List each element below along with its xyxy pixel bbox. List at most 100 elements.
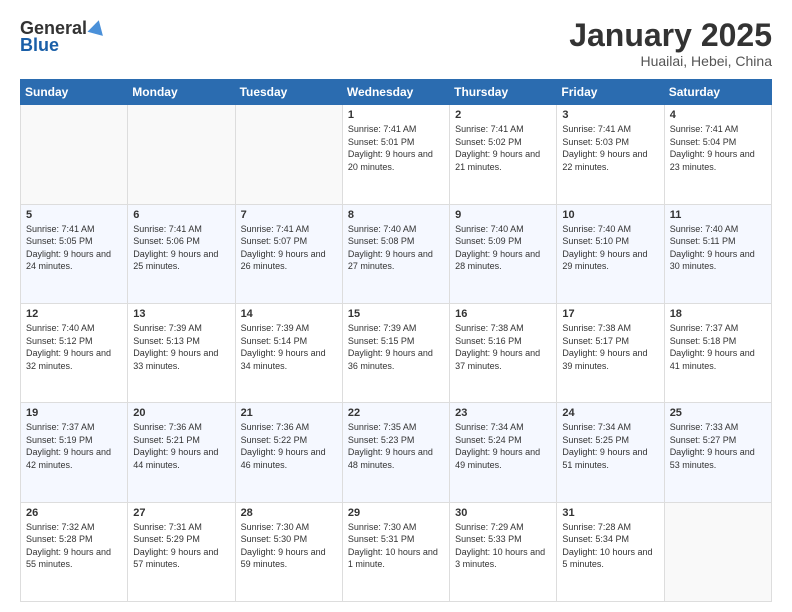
week-row-5: 26 Sunrise: 7:32 AM Sunset: 5:28 PM Dayli… — [21, 502, 772, 601]
logo-blue-text: Blue — [20, 35, 59, 55]
day-info: Sunrise: 7:31 AM Sunset: 5:29 PM Dayligh… — [133, 521, 229, 571]
day-info: Sunrise: 7:30 AM Sunset: 5:31 PM Dayligh… — [348, 521, 444, 571]
day-number: 4 — [670, 109, 766, 121]
page: General Blue January 2025 Huailai, Hebei… — [0, 0, 792, 612]
day-info: Sunrise: 7:40 AM Sunset: 5:11 PM Dayligh… — [670, 223, 766, 273]
calendar-cell: 19 Sunrise: 7:37 AM Sunset: 5:19 PM Dayli… — [21, 403, 128, 502]
calendar-cell: 27 Sunrise: 7:31 AM Sunset: 5:29 PM Dayli… — [128, 502, 235, 601]
calendar-cell: 9Sunrise: 7:40 AM Sunset: 5:09 PM Daylig… — [450, 204, 557, 303]
day-info: Sunrise: 7:40 AM Sunset: 5:08 PM Dayligh… — [348, 223, 444, 273]
day-info: Sunrise: 7:29 AM Sunset: 5:33 PM Dayligh… — [455, 521, 551, 571]
calendar-cell: 4 Sunrise: 7:41 AM Sunset: 5:04 PM Daylig… — [664, 105, 771, 204]
weekday-header-tuesday: Tuesday — [235, 80, 342, 105]
day-number: 2 — [455, 109, 551, 121]
day-info: Sunrise: 7:39 AM Sunset: 5:14 PM Dayligh… — [241, 322, 337, 372]
day-number: 15 — [348, 308, 444, 320]
day-number: 21 — [241, 407, 337, 419]
calendar-cell: 7 Sunrise: 7:41 AM Sunset: 5:07 PM Daylig… — [235, 204, 342, 303]
weekday-header-saturday: Saturday — [664, 80, 771, 105]
calendar-cell: 3 Sunrise: 7:41 AM Sunset: 5:03 PM Daylig… — [557, 105, 664, 204]
weekday-header-row: SundayMondayTuesdayWednesdayThursdayFrid… — [21, 80, 772, 105]
day-number: 1 — [348, 109, 444, 121]
day-number: 12 — [26, 308, 122, 320]
calendar-cell: 13Sunrise: 7:39 AM Sunset: 5:13 PM Dayli… — [128, 303, 235, 402]
day-number: 26 — [26, 507, 122, 519]
day-number: 16 — [455, 308, 551, 320]
day-info: Sunrise: 7:36 AM Sunset: 5:22 PM Dayligh… — [241, 421, 337, 471]
day-info: Sunrise: 7:38 AM Sunset: 5:17 PM Dayligh… — [562, 322, 658, 372]
day-info: Sunrise: 7:41 AM Sunset: 5:01 PM Dayligh… — [348, 123, 444, 173]
day-info: Sunrise: 7:40 AM Sunset: 5:12 PM Dayligh… — [26, 322, 122, 372]
weekday-header-friday: Friday — [557, 80, 664, 105]
day-info: Sunrise: 7:41 AM Sunset: 5:07 PM Dayligh… — [241, 223, 337, 273]
day-info: Sunrise: 7:32 AM Sunset: 5:28 PM Dayligh… — [26, 521, 122, 571]
day-info: Sunrise: 7:39 AM Sunset: 5:15 PM Dayligh… — [348, 322, 444, 372]
calendar-cell: 28Sunrise: 7:30 AM Sunset: 5:30 PM Dayli… — [235, 502, 342, 601]
calendar-cell: 18Sunrise: 7:37 AM Sunset: 5:18 PM Dayli… — [664, 303, 771, 402]
calendar-cell: 20 Sunrise: 7:36 AM Sunset: 5:21 PM Dayli… — [128, 403, 235, 502]
day-info: Sunrise: 7:41 AM Sunset: 5:06 PM Dayligh… — [133, 223, 229, 273]
calendar-cell: 25 Sunrise: 7:33 AM Sunset: 5:27 PM Dayli… — [664, 403, 771, 502]
calendar-cell: 30 Sunrise: 7:29 AM Sunset: 5:33 PM Dayli… — [450, 502, 557, 601]
day-number: 23 — [455, 407, 551, 419]
day-number: 5 — [26, 209, 122, 221]
calendar-cell: 17Sunrise: 7:38 AM Sunset: 5:17 PM Dayli… — [557, 303, 664, 402]
day-number: 29 — [348, 507, 444, 519]
calendar-cell: 10 Sunrise: 7:40 AM Sunset: 5:10 PM Dayli… — [557, 204, 664, 303]
calendar-cell: 23 Sunrise: 7:34 AM Sunset: 5:24 PM Dayli… — [450, 403, 557, 502]
day-info: Sunrise: 7:40 AM Sunset: 5:10 PM Dayligh… — [562, 223, 658, 273]
calendar-cell: 6 Sunrise: 7:41 AM Sunset: 5:06 PM Daylig… — [128, 204, 235, 303]
day-info: Sunrise: 7:37 AM Sunset: 5:19 PM Dayligh… — [26, 421, 122, 471]
calendar-cell: 21 Sunrise: 7:36 AM Sunset: 5:22 PM Dayli… — [235, 403, 342, 502]
header: General Blue January 2025 Huailai, Hebei… — [20, 18, 772, 69]
calendar-table: SundayMondayTuesdayWednesdayThursdayFrid… — [20, 79, 772, 602]
location: Huailai, Hebei, China — [569, 53, 772, 69]
day-info: Sunrise: 7:35 AM Sunset: 5:23 PM Dayligh… — [348, 421, 444, 471]
logo: General Blue — [20, 18, 105, 56]
calendar-cell: 29 Sunrise: 7:30 AM Sunset: 5:31 PM Dayli… — [342, 502, 449, 601]
day-info: Sunrise: 7:41 AM Sunset: 5:04 PM Dayligh… — [670, 123, 766, 173]
logo-triangle-icon — [88, 18, 107, 36]
day-number: 27 — [133, 507, 229, 519]
day-info: Sunrise: 7:41 AM Sunset: 5:03 PM Dayligh… — [562, 123, 658, 173]
calendar-cell — [664, 502, 771, 601]
calendar-cell: 26 Sunrise: 7:32 AM Sunset: 5:28 PM Dayli… — [21, 502, 128, 601]
weekday-header-thursday: Thursday — [450, 80, 557, 105]
day-number: 20 — [133, 407, 229, 419]
day-number: 9 — [455, 209, 551, 221]
week-row-2: 5 Sunrise: 7:41 AM Sunset: 5:05 PM Daylig… — [21, 204, 772, 303]
day-number: 25 — [670, 407, 766, 419]
day-number: 28 — [241, 507, 337, 519]
day-number: 8 — [348, 209, 444, 221]
day-info: Sunrise: 7:34 AM Sunset: 5:24 PM Dayligh… — [455, 421, 551, 471]
calendar-cell: 24 Sunrise: 7:34 AM Sunset: 5:25 PM Dayli… — [557, 403, 664, 502]
weekday-header-sunday: Sunday — [21, 80, 128, 105]
week-row-3: 12 Sunrise: 7:40 AM Sunset: 5:12 PM Dayli… — [21, 303, 772, 402]
day-number: 6 — [133, 209, 229, 221]
calendar-cell: 15 Sunrise: 7:39 AM Sunset: 5:15 PM Dayli… — [342, 303, 449, 402]
day-number: 19 — [26, 407, 122, 419]
week-row-4: 19 Sunrise: 7:37 AM Sunset: 5:19 PM Dayli… — [21, 403, 772, 502]
day-number: 10 — [562, 209, 658, 221]
day-number: 3 — [562, 109, 658, 121]
week-row-1: 1 Sunrise: 7:41 AM Sunset: 5:01 PM Daylig… — [21, 105, 772, 204]
day-info: Sunrise: 7:36 AM Sunset: 5:21 PM Dayligh… — [133, 421, 229, 471]
calendar-cell: 14Sunrise: 7:39 AM Sunset: 5:14 PM Dayli… — [235, 303, 342, 402]
day-number: 30 — [455, 507, 551, 519]
day-info: Sunrise: 7:28 AM Sunset: 5:34 PM Dayligh… — [562, 521, 658, 571]
weekday-header-wednesday: Wednesday — [342, 80, 449, 105]
calendar-cell: 12 Sunrise: 7:40 AM Sunset: 5:12 PM Dayli… — [21, 303, 128, 402]
weekday-header-monday: Monday — [128, 80, 235, 105]
day-info: Sunrise: 7:41 AM Sunset: 5:05 PM Dayligh… — [26, 223, 122, 273]
day-info: Sunrise: 7:33 AM Sunset: 5:27 PM Dayligh… — [670, 421, 766, 471]
day-number: 18 — [670, 308, 766, 320]
day-number: 24 — [562, 407, 658, 419]
calendar-cell: 8 Sunrise: 7:40 AM Sunset: 5:08 PM Daylig… — [342, 204, 449, 303]
day-info: Sunrise: 7:41 AM Sunset: 5:02 PM Dayligh… — [455, 123, 551, 173]
calendar-cell: 11Sunrise: 7:40 AM Sunset: 5:11 PM Dayli… — [664, 204, 771, 303]
day-info: Sunrise: 7:34 AM Sunset: 5:25 PM Dayligh… — [562, 421, 658, 471]
day-number: 7 — [241, 209, 337, 221]
day-info: Sunrise: 7:38 AM Sunset: 5:16 PM Dayligh… — [455, 322, 551, 372]
day-number: 13 — [133, 308, 229, 320]
calendar-cell: 22Sunrise: 7:35 AM Sunset: 5:23 PM Dayli… — [342, 403, 449, 502]
